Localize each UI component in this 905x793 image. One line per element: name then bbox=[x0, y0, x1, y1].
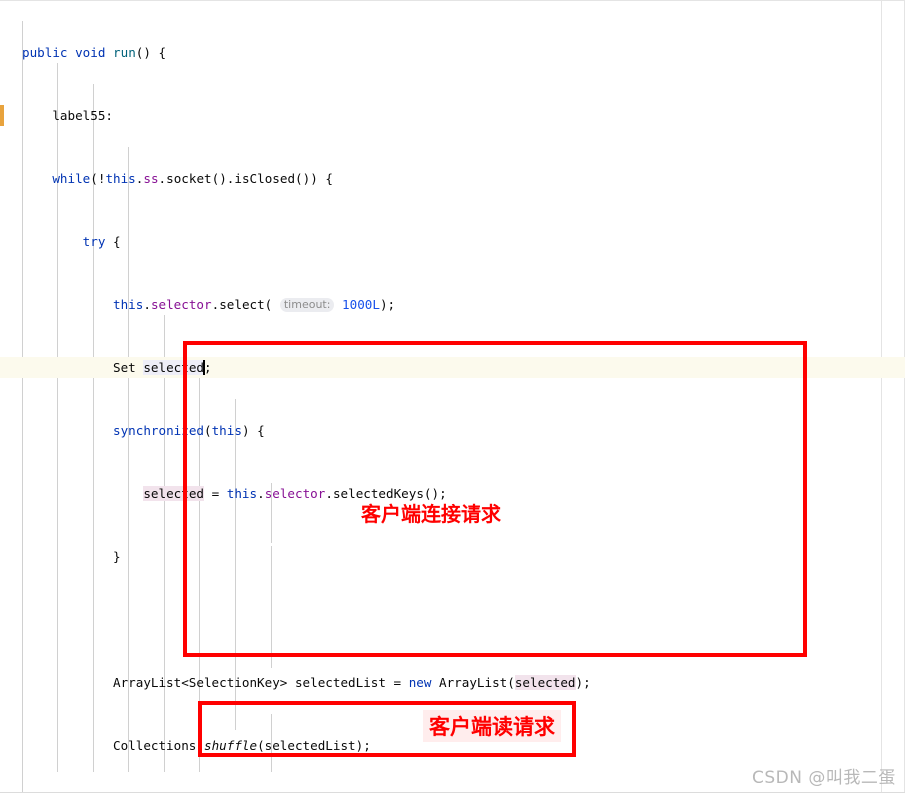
code-line-1: public void run() { bbox=[22, 45, 167, 60]
code-line-9: } bbox=[22, 549, 121, 564]
code-line-2: label55: bbox=[22, 108, 113, 123]
code-line-11: ArrayList<SelectionKey> selectedList = n… bbox=[22, 675, 591, 690]
code-line-4: try { bbox=[82, 234, 121, 249]
text-caret bbox=[203, 360, 205, 375]
line-change-marker[interactable] bbox=[0, 105, 4, 126]
editor-top-border bbox=[0, 0, 905, 1]
code-line-6: Set selected; bbox=[0, 357, 905, 378]
inlay-hint-timeout: timeout: bbox=[279, 298, 335, 312]
csdn-watermark: CSDN @叫我二蛋 bbox=[752, 768, 896, 788]
code-editor[interactable]: public void run() { label55: while(!this… bbox=[0, 0, 905, 793]
annotation-label-client-read-request: 客户端读请求 bbox=[423, 710, 561, 742]
code-line-7: synchronized(this) { bbox=[113, 423, 265, 438]
annotation-label-client-connection-request: 客户端连接请求 bbox=[361, 502, 501, 526]
code-line-3: while(!this.ss.socket().isClosed()) { bbox=[52, 171, 333, 186]
code-line-5: this.selector.select( timeout: 1000L); bbox=[113, 297, 396, 312]
code-content[interactable]: public void run() { label55: while(!this… bbox=[0, 0, 905, 793]
